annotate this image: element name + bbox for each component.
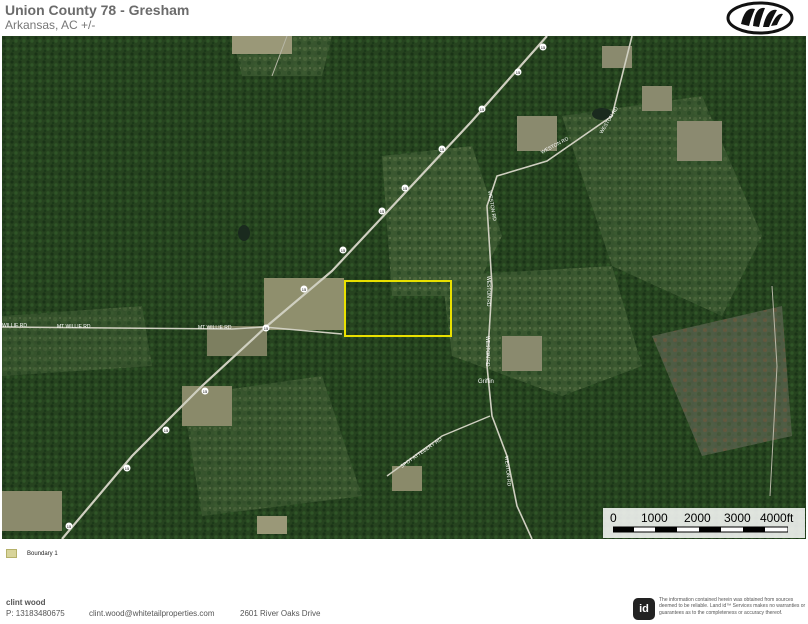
road-label: MT WILLIE RD	[198, 325, 232, 331]
clearing	[642, 86, 672, 111]
svg-text:15: 15	[125, 466, 130, 471]
place-label: Griffin	[478, 379, 494, 385]
clearing	[257, 516, 287, 534]
svg-text:15: 15	[516, 70, 521, 75]
svg-text:15: 15	[541, 45, 546, 50]
route-shield: 15	[262, 324, 270, 332]
route-shield: 15	[438, 145, 446, 153]
scale-ruler	[613, 526, 788, 533]
mixed-vegetation-area	[2, 306, 152, 376]
scale-bar: 0 1000 2000 3000 4000ft	[603, 508, 805, 538]
route-shield: 15	[162, 426, 170, 434]
boundary-swatch	[6, 549, 17, 558]
route-shield: 15	[478, 105, 486, 113]
svg-text:15: 15	[480, 107, 485, 112]
agent-name: clint wood	[6, 598, 46, 607]
scale-label: 3000	[724, 511, 751, 525]
svg-text:15: 15	[380, 209, 385, 214]
road-label: WILLIE RD	[2, 323, 27, 329]
clearing	[502, 336, 542, 371]
land-id-logo: id	[633, 598, 655, 620]
map-legend: Boundary 1	[6, 549, 58, 558]
aerial-map[interactable]: WILLIE RD MT WILLIE RD MT WILLIE RD WEST…	[2, 36, 806, 539]
svg-text:15: 15	[67, 524, 72, 529]
scale-label: 4000ft	[760, 511, 794, 525]
route-shield: 15	[378, 207, 386, 215]
brand-logo	[725, 0, 795, 36]
clearing	[2, 491, 62, 531]
clearing	[232, 36, 292, 54]
map-title: Union County 78 - Gresham	[5, 2, 190, 18]
route-shield: 15	[539, 43, 547, 51]
scale-label: 0	[610, 511, 617, 525]
route-shield: 15	[300, 285, 308, 293]
road-label: WESTON RD	[484, 336, 490, 367]
agent-phone[interactable]: P: 13183480675	[6, 609, 65, 618]
road-label: MT WILLIE RD	[57, 324, 91, 330]
route-shield: 15	[339, 246, 347, 254]
agent-email[interactable]: clint.wood@whitetailproperties.com	[89, 609, 215, 618]
svg-text:15: 15	[203, 389, 208, 394]
legend-label: Boundary 1	[27, 550, 58, 557]
disclaimer-text: The information contained herein was obt…	[659, 597, 806, 616]
route-shield: 15	[123, 464, 131, 472]
svg-text:15: 15	[164, 428, 169, 433]
route-shield: 15	[514, 68, 522, 76]
scale-label: 2000	[684, 511, 711, 525]
svg-text:15: 15	[302, 287, 307, 292]
scale-label: 1000	[641, 511, 668, 525]
map-subtitle: Arkansas, AC +/-	[5, 18, 96, 32]
svg-text:15: 15	[264, 326, 269, 331]
svg-text:15: 15	[403, 186, 408, 191]
pond	[238, 225, 250, 241]
road-label: WESTON RD	[485, 276, 491, 307]
route-shield: 15	[201, 387, 209, 395]
route-shield: 15	[401, 184, 409, 192]
svg-text:15: 15	[341, 248, 346, 253]
agent-address: 2601 River Oaks Drive	[240, 609, 321, 618]
clearing	[677, 121, 722, 161]
route-shield: 15	[65, 522, 73, 530]
svg-text:15: 15	[440, 147, 445, 152]
